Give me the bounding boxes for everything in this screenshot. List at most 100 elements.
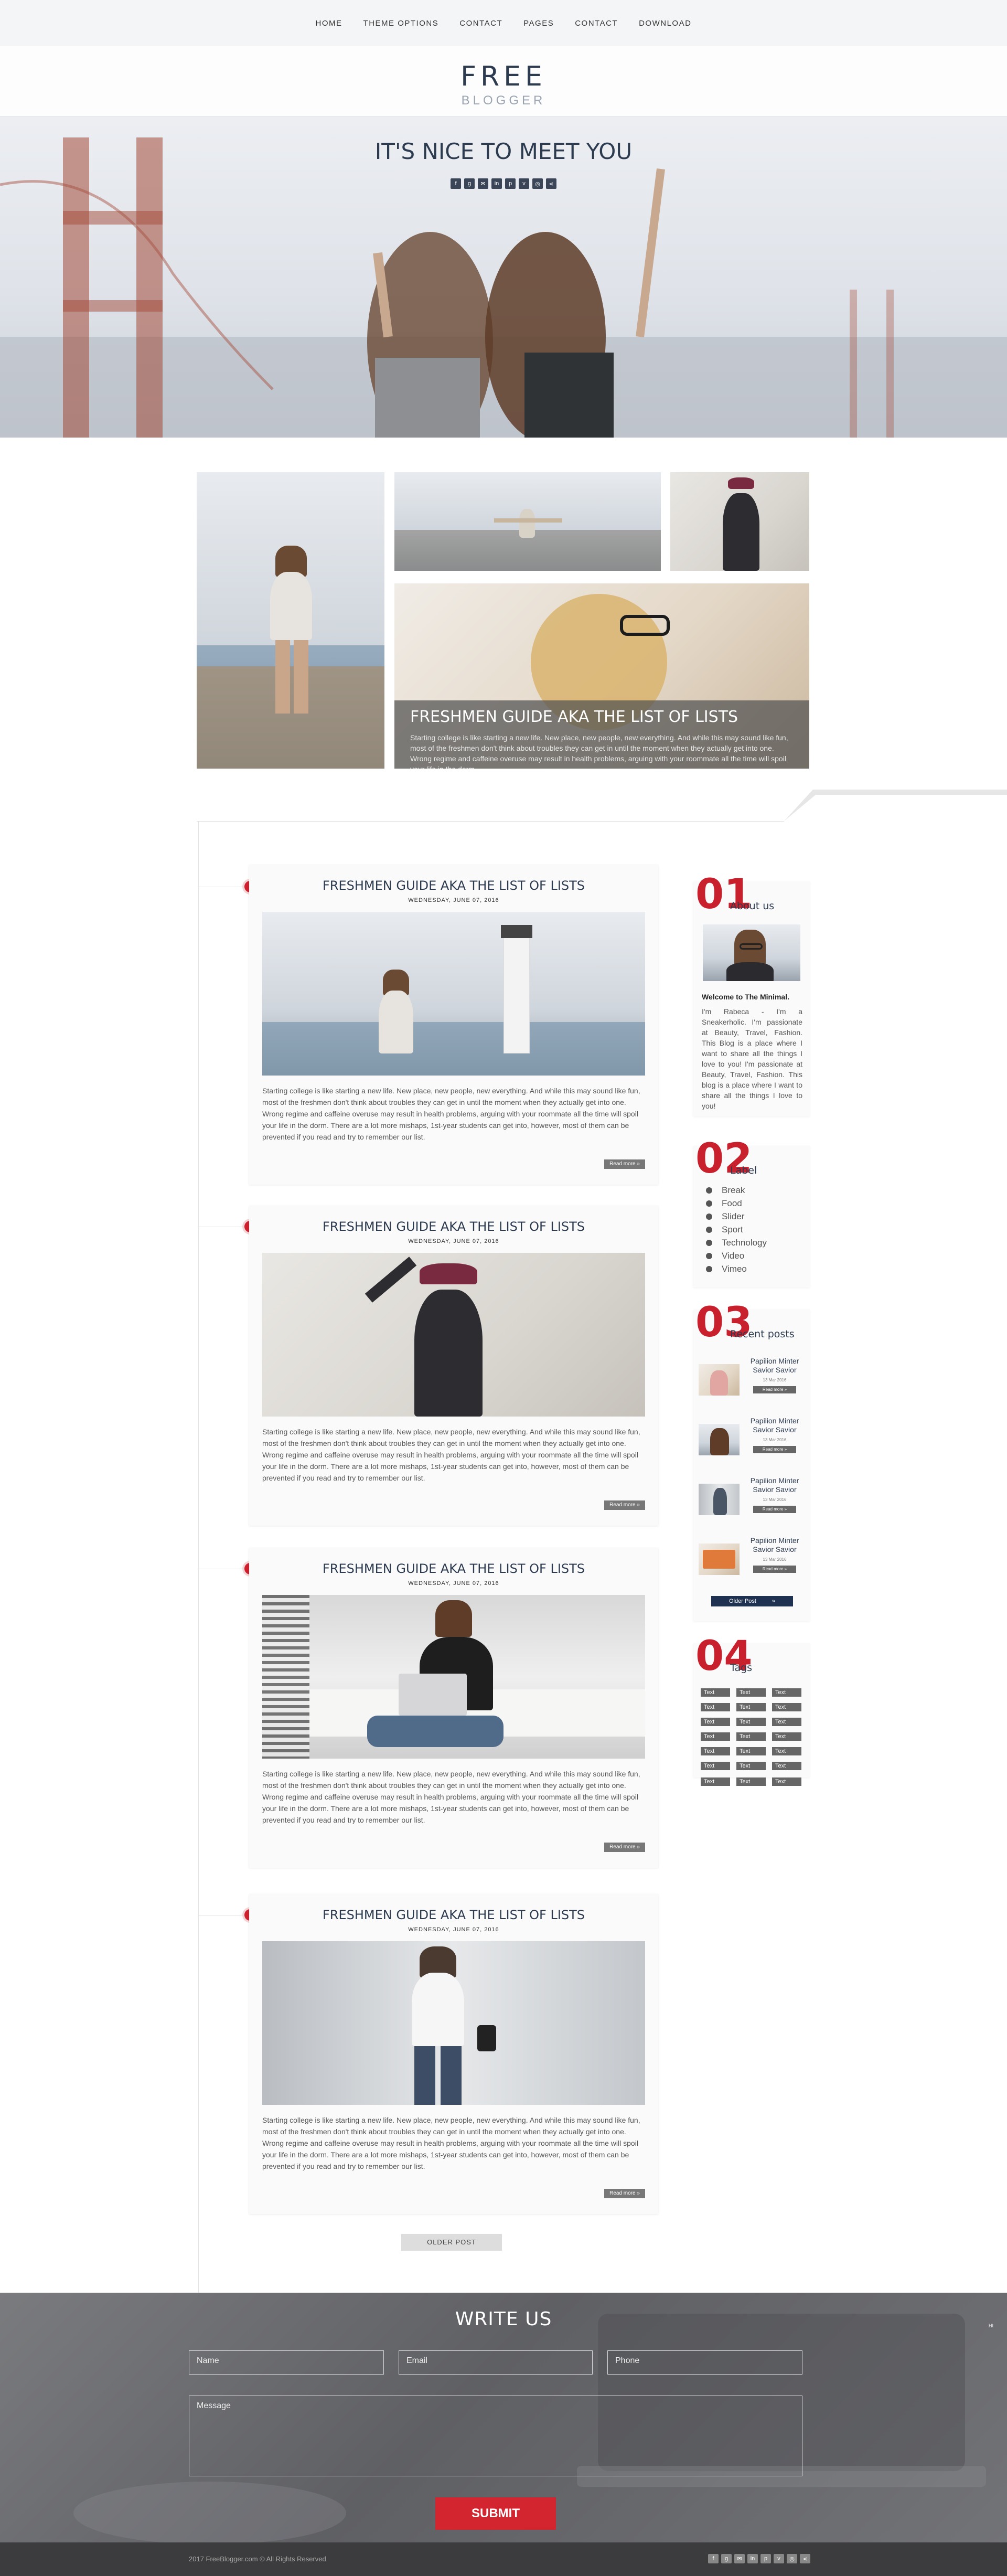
google-plus-icon[interactable]: g [464,178,475,189]
pinterest-icon[interactable]: p [505,178,516,189]
featured-image-woman-rock[interactable] [394,472,661,571]
nav-theme-options[interactable]: THEME OPTIONS [363,19,439,28]
post-image-lighthouse[interactable] [262,912,645,1076]
logo-text[interactable]: FREE [0,61,1007,92]
recent-read-more-button[interactable]: Read more » [753,1446,796,1453]
recent-post-item[interactable]: Papilion Minter Savior Savior 13 Mar 201… [699,1357,807,1406]
tag-item[interactable]: Text [701,1777,730,1786]
tag-item[interactable]: Text [701,1762,730,1770]
post-image-woman-hat[interactable] [262,1253,645,1417]
label-list: Break Food Slider Sport Technology Video… [702,1184,767,1275]
tag-item[interactable]: Text [701,1688,730,1697]
tag-item[interactable]: Text [701,1732,730,1741]
post-title[interactable]: FRESHMEN GUIDE AKA THE LIST OF LISTS [249,1908,658,1922]
name-field[interactable]: Name [189,2350,384,2375]
nav-contact-2[interactable]: CONTACT [575,19,618,28]
label-item[interactable]: Video [702,1249,767,1262]
tag-item[interactable]: Text [772,1732,801,1741]
email-icon[interactable]: ✉ [734,2554,745,2563]
nav-home[interactable]: HOME [316,19,342,28]
tag-item[interactable]: Text [772,1718,801,1726]
read-more-button[interactable]: Read more » [604,1843,645,1852]
linkedin-icon[interactable]: in [491,178,502,189]
post-image-woman-laptop[interactable] [262,1595,645,1759]
featured-caption-title[interactable]: FRESHMEN GUIDE AKA THE LIST OF LISTS [410,708,794,726]
nav-download[interactable]: DOWNLOAD [639,19,691,28]
recent-older-post-button[interactable]: Older Post » [711,1596,793,1606]
read-more-button[interactable]: Read more » [604,1500,645,1510]
tag-item[interactable]: Text [701,1747,730,1755]
tag-item[interactable]: Text [736,1762,766,1770]
nav-pages[interactable]: PAGES [523,19,554,28]
blog-post: FRESHMEN GUIDE AKA THE LIST OF LISTS WED… [249,1548,658,1868]
rss-icon[interactable]: ◎ [532,178,543,189]
label-item[interactable]: Slider [702,1210,767,1223]
label-text: Technology [722,1237,767,1248]
recent-post-item[interactable]: Papilion Minter Savior Savior 13 Mar 201… [699,1417,807,1466]
label-item[interactable]: Sport [702,1223,767,1236]
write-us-section: WRITE US HI Name Email Phone Message SUB… [0,2293,1007,2542]
label-item[interactable]: Technology [702,1236,767,1249]
tag-item[interactable]: Text [772,1777,801,1786]
tag-item[interactable]: Text [772,1762,801,1770]
vimeo-icon[interactable]: v [774,2554,784,2563]
recent-post-title[interactable]: Papilion Minter Savior Savior [746,1417,804,1434]
facebook-icon[interactable]: f [708,2554,719,2563]
email-field[interactable]: Email [399,2350,593,2375]
nav-contact[interactable]: CONTACT [459,19,502,28]
tag-item[interactable]: Text [736,1718,766,1726]
recent-read-more-button[interactable]: Read more » [753,1566,796,1573]
vimeo-icon[interactable]: v [519,178,529,189]
tag-item[interactable]: Text [736,1703,766,1711]
about-widget: 01 About us Welcome to The Minimal. I'm … [693,874,810,1116]
share-icon[interactable]: ⋖ [546,178,556,189]
recent-post-title[interactable]: Papilion Minter Savior Savior [746,1357,804,1375]
tag-item[interactable]: Text [772,1688,801,1697]
bullet-icon [706,1187,712,1194]
facebook-icon[interactable]: f [451,178,461,189]
submit-button[interactable]: SUBMIT [435,2497,556,2530]
post-title[interactable]: FRESHMEN GUIDE AKA THE LIST OF LISTS [249,1219,658,1234]
tag-item[interactable]: Text [772,1747,801,1755]
recent-post-title[interactable]: Papilion Minter Savior Savior [746,1536,804,1554]
tag-item[interactable]: Text [772,1703,801,1711]
recent-post-thumbnail [699,1544,740,1575]
message-field[interactable]: Message [189,2396,802,2476]
tag-item[interactable]: Text [736,1747,766,1755]
share-icon[interactable]: ⋖ [800,2554,810,2563]
recent-read-more-button[interactable]: Read more » [753,1386,796,1393]
label-text: Sport [722,1224,743,1234]
post-title[interactable]: FRESHMEN GUIDE AKA THE LIST OF LISTS [249,878,658,893]
tag-item[interactable]: Text [701,1703,730,1711]
bullet-icon [706,1252,712,1259]
tag-item[interactable]: Text [736,1732,766,1741]
recent-read-more-button[interactable]: Read more » [753,1506,796,1513]
rss-icon[interactable]: ◎ [787,2554,797,2563]
label-item[interactable]: Break [702,1184,767,1197]
read-more-button[interactable]: Read more » [604,1159,645,1169]
recent-post-title[interactable]: Papilion Minter Savior Savior [746,1476,804,1494]
phone-field[interactable]: Phone [607,2350,802,2375]
email-icon[interactable]: ✉ [478,178,488,189]
featured-image-woman-hat[interactable] [670,472,809,571]
tag-item[interactable]: Text [701,1718,730,1726]
pinterest-icon[interactable]: p [760,2554,771,2563]
recent-post-item[interactable]: Papilion Minter Savior Savior 13 Mar 201… [699,1536,807,1585]
featured-image-woman-beach[interactable] [197,472,384,769]
google-plus-icon[interactable]: g [721,2554,732,2563]
post-date: WEDNESDAY, JUNE 07, 2016 [408,1238,499,1244]
tag-item[interactable]: Text [736,1688,766,1697]
post-title[interactable]: FRESHMEN GUIDE AKA THE LIST OF LISTS [249,1561,658,1576]
recent-post-item[interactable]: Papilion Minter Savior Savior 13 Mar 201… [699,1476,807,1526]
post-image-woman-street[interactable] [262,1941,645,2105]
read-more-button[interactable]: Read more » [604,2189,645,2198]
post-excerpt: Starting college is like starting a new … [262,1087,640,1141]
tag-item[interactable]: Text [736,1777,766,1786]
linkedin-icon[interactable]: in [747,2554,758,2563]
post-date: WEDNESDAY, JUNE 07, 2016 [408,1580,499,1587]
about-text: I'm Rabeca - I'm a Sneakerholic. I'm pas… [702,1007,802,1110]
label-item[interactable]: Vimeo [702,1262,767,1275]
older-post-button[interactable]: OLDER POST [401,2234,502,2251]
featured-image-woman-glasses[interactable]: FRESHMEN GUIDE AKA THE LIST OF LISTS Sta… [394,583,809,769]
label-item[interactable]: Food [702,1197,767,1210]
